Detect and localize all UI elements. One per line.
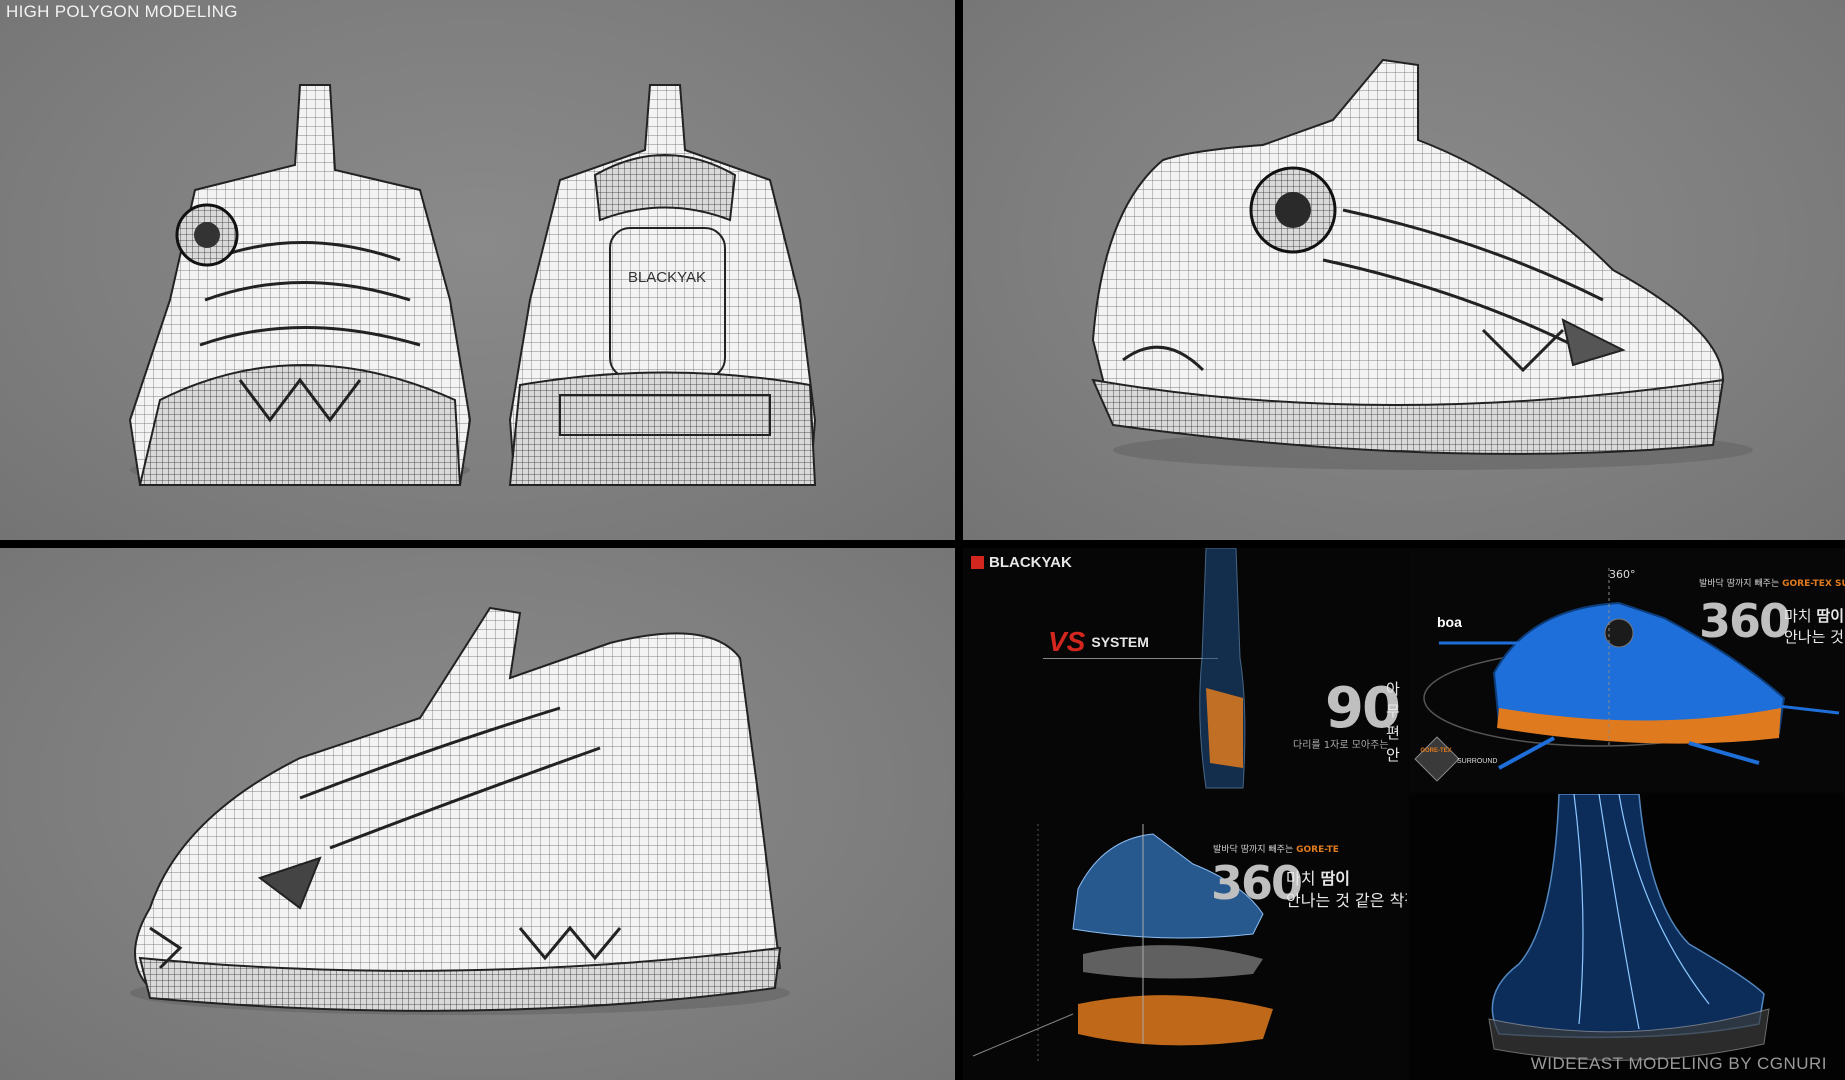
foot-xray-graphic [1488,794,1770,1061]
shoe-back-view: BLACKYAK [508,84,817,486]
wireframe-perspective-view [130,606,790,1015]
deg360-line1b: 땀이 [1816,607,1844,625]
viewport-front-back: HIGH POLYGON MODELING BLACKYAK [0,0,955,540]
goretex-caption-a: 발바닥 땀까지 빼주는 GORE-TEX SURR [1699,576,1845,589]
page-title: HIGH POLYGON MODELING [6,2,238,21]
vs-system-logo: VS SYSTEM [1048,626,1149,658]
deg360b-copy: 마치 땀이 안나는 것 같은 착각 [1286,868,1407,912]
credit-text: WIDEEAST MODELING BY CGNURI [1530,1054,1827,1073]
goretex-caption-a-text: 발바닥 땀까지 빼주는 [1699,579,1780,589]
goretex-caption-b-text: 발바닥 땀까지 빼주는 [1213,845,1294,855]
promo-cell-foot-xray [1409,794,1845,1080]
brand-logo: BLACKYAK [971,554,1072,571]
deg360-line2: 안나는 것 같 [1784,628,1845,646]
vs-mark: VS [1048,626,1086,657]
deg90-caption: 다리를 1자로 모아주는 [1293,740,1389,751]
leg-anatomy-graphic [1199,548,1246,789]
system-label: SYSTEM [1091,634,1149,650]
deg360b-line1b: 땀이 [1320,869,1350,888]
brand-icon [971,556,984,569]
surround-label: SURROUND [1457,758,1498,765]
promo-cell-360-shoe: 360° boa 발바닥 땀까지 빼주는 GORE-TEX SURR 360 마… [1409,548,1845,792]
goretex-a-text: GORE-TEX SURR [1782,579,1845,589]
deg360-copy: 마치 땀이 안나는 것 같 [1784,606,1845,648]
shoe-front-view [128,84,472,486]
deg90-line2: 편안 [1386,724,1400,764]
deg360-line1a: 마치 [1784,607,1812,625]
boa-label: boa [1437,614,1462,630]
wireframe-front-back-views: BLACKYAK [128,84,817,486]
brand-name: BLACKYAK [989,554,1072,571]
back-logo-label: BLACKYAK [628,269,706,286]
goretex-caption-b: 발바닥 땀까지 빼주는 GORE-TE [1213,842,1339,855]
promo-cell-exploded: 발바닥 땀까지 빼주는 GORE-TE 360 마치 땀이 안나는 것 같은 착… [963,794,1407,1080]
viewport-three-quarter [963,0,1845,540]
deg360-value: 360 [1699,594,1791,648]
goretex-b-text: GORE-TE [1296,845,1339,855]
deg360b-line2: 안나는 것 같은 착각 [1286,891,1407,910]
deg360-top-label: 360° [1609,568,1636,581]
wireframe-three-quarter-view [1091,58,1753,470]
exploded-shoe-graphic [972,824,1273,1064]
viewport-perspective [0,548,955,1080]
deg90-line1: 아무 [1386,680,1400,720]
shoe-side-view [1091,58,1753,470]
shoe-perspective-view [130,606,790,1015]
deg360b-line1a: 마치 [1286,869,1316,888]
promo-collage: BLACKYAK VS SYSTEM 90 아무 편안 다리를 1자로 모아주는 [963,548,1845,1080]
deg90-copy: 아무 편안 [1386,678,1407,766]
goretex-badge-label: GORE-TEX [1420,748,1452,754]
promo-cell-vs-system: BLACKYAK VS SYSTEM 90 아무 편안 다리를 1자로 모아주는 [963,548,1407,792]
